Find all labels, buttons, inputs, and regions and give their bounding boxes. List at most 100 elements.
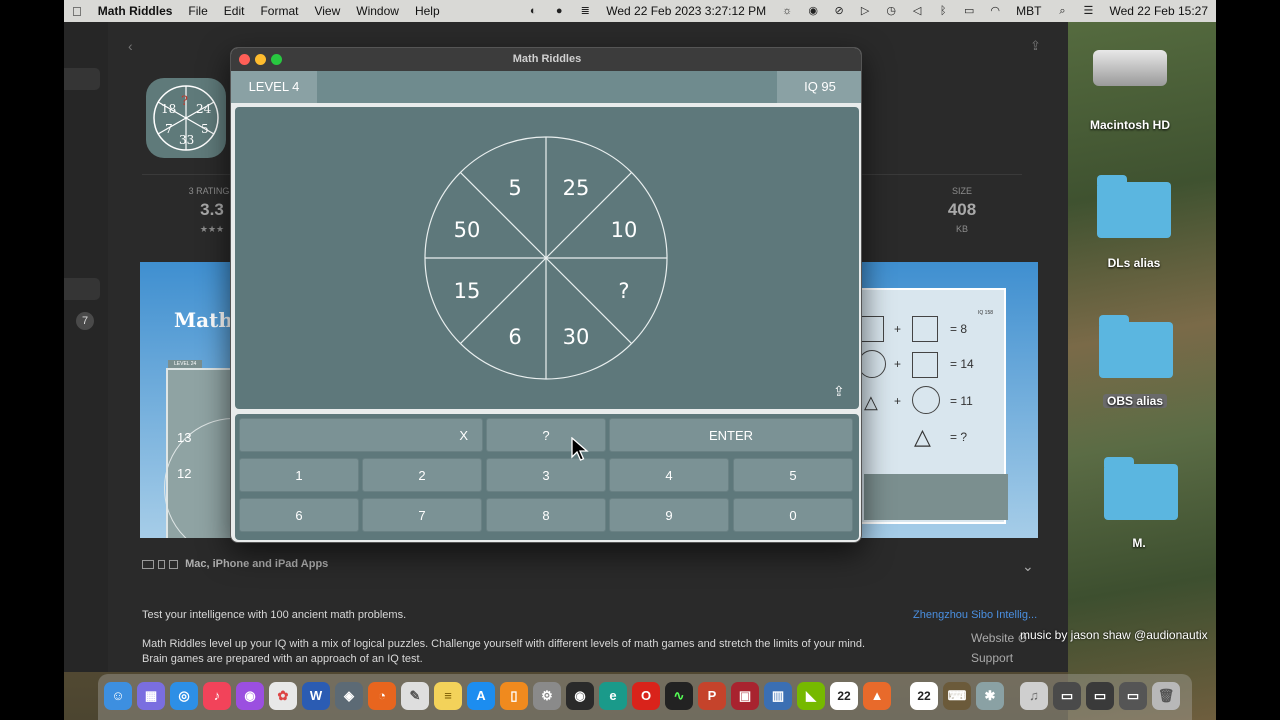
menu-help[interactable]: Help: [407, 4, 448, 18]
circle-icon[interactable]: ⊘: [832, 5, 846, 17]
obs-icon[interactable]: ◉: [806, 5, 820, 17]
calendar-icon-2[interactable]: 22: [910, 682, 938, 710]
minimize-button[interactable]: [255, 54, 266, 65]
keyboard-viewer-icon[interactable]: ⌨: [943, 682, 971, 710]
photos-icon[interactable]: ✿: [269, 682, 297, 710]
system-preferences-icon[interactable]: ⚙: [533, 682, 561, 710]
menu-window[interactable]: Window: [348, 4, 407, 18]
calendar-icon[interactable]: 22: [830, 682, 858, 710]
minimized-window-icon[interactable]: ▭: [1053, 682, 1081, 710]
chevron-down-icon[interactable]: ⌄: [1022, 558, 1034, 575]
trash-icon[interactable]: 🗑: [1152, 682, 1180, 710]
screenshot-level: LEVEL 24: [168, 360, 203, 368]
music-file-icon[interactable]: ♫: [1020, 682, 1048, 710]
menu-view[interactable]: View: [306, 4, 348, 18]
battery-icon[interactable]: ▭: [962, 5, 976, 17]
wifi-icon[interactable]: ◠: [988, 5, 1002, 17]
key-4[interactable]: 4: [609, 458, 729, 492]
screenshot-thumbnail-left[interactable]: Math LEVEL 24 13 12: [140, 262, 232, 538]
developer-link[interactable]: Zhengzhou Sibo Intellig...: [913, 609, 1037, 621]
menu-edit[interactable]: Edit: [216, 4, 253, 18]
desktop-icon-label[interactable]: OBS alias: [1103, 394, 1167, 408]
firefox-icon[interactable]: ◔: [368, 682, 396, 710]
key-2[interactable]: 2: [362, 458, 482, 492]
status-icon-3[interactable]: ≣: [578, 5, 592, 17]
plus-sign: +: [894, 394, 902, 408]
menu-file[interactable]: File: [180, 4, 215, 18]
status-icon-2[interactable]: ●: [552, 5, 566, 17]
enter-button[interactable]: ENTER: [609, 418, 853, 452]
key-6[interactable]: 6: [239, 498, 359, 532]
play-icon[interactable]: ▷: [858, 5, 872, 17]
app-tagline: Test your intelligence with 100 ancient …: [142, 609, 407, 621]
bluetooth-icon[interactable]: ᛒ: [936, 5, 950, 17]
key-0[interactable]: 0: [733, 498, 853, 532]
key-7[interactable]: 7: [362, 498, 482, 532]
wheel-number: 25: [563, 176, 590, 200]
books-icon[interactable]: ▯: [500, 682, 528, 710]
obs-dock-icon[interactable]: ◉: [566, 682, 594, 710]
math-riddles-dock-icon[interactable]: ✱: [976, 682, 1004, 710]
sidebar-item[interactable]: [64, 68, 100, 90]
desktop-icon-label[interactable]: M.: [1114, 536, 1164, 550]
notes-icon[interactable]: ≡: [434, 682, 462, 710]
number-wheel: 5 25 10 ? 30 6 15 50: [424, 136, 668, 380]
app-icon-blue[interactable]: ▥: [764, 682, 792, 710]
folder-icon[interactable]: [1099, 315, 1173, 378]
status-icon-1[interactable]: ◐: [526, 5, 540, 17]
search-icon[interactable]: ⌕: [1055, 5, 1069, 17]
menu-app-name[interactable]: Math Riddles: [90, 4, 181, 18]
screenshot-thumbnail-right[interactable]: IQ 158 + = 8 + = 14 △ + = 11 △ = ?: [860, 262, 1038, 538]
key-1[interactable]: 1: [239, 458, 359, 492]
share-icon[interactable]: ⇪: [1030, 38, 1041, 54]
brightness-icon[interactable]: ☼: [780, 5, 794, 17]
minimized-window-icon[interactable]: ▭: [1086, 682, 1114, 710]
app-store-icon[interactable]: A: [467, 682, 495, 710]
menu-datetime-left[interactable]: Wed 22 Feb 2023 3:27:12 PM: [598, 4, 774, 18]
sidebar-item[interactable]: [64, 278, 100, 300]
app-icon-generic[interactable]: ◈: [335, 682, 363, 710]
key-8[interactable]: 8: [486, 498, 606, 532]
circle-shape: [860, 350, 886, 378]
menu-datetime-right[interactable]: Wed 22 Feb 15:27: [1101, 4, 1216, 18]
key-9[interactable]: 9: [609, 498, 729, 532]
clear-button[interactable]: X: [239, 418, 483, 452]
desktop-icon-label[interactable]: DLs alias: [1084, 256, 1184, 270]
control-center-icon[interactable]: ☰: [1081, 5, 1095, 17]
close-button[interactable]: [239, 54, 250, 65]
nvidia-icon[interactable]: ◣: [797, 682, 825, 710]
volume-icon[interactable]: ◁: [910, 5, 924, 17]
powerpoint-icon[interactable]: P: [698, 682, 726, 710]
launchpad-icon[interactable]: ▦: [137, 682, 165, 710]
downloads-folder-icon[interactable]: [1097, 175, 1171, 238]
podcasts-icon[interactable]: ◉: [236, 682, 264, 710]
keyboard-layout[interactable]: MBT: [1008, 4, 1049, 18]
hard-drive-icon[interactable]: [1093, 50, 1167, 86]
desktop-icon-label[interactable]: Macintosh HD: [1078, 118, 1182, 132]
app-icon-orange[interactable]: ▲: [863, 682, 891, 710]
opera-icon[interactable]: O: [632, 682, 660, 710]
activity-monitor-icon[interactable]: ∿: [665, 682, 693, 710]
menu-format[interactable]: Format: [252, 4, 306, 18]
window-titlebar[interactable]: Math Riddles: [231, 48, 861, 71]
minimized-window-icon[interactable]: ▭: [1119, 682, 1147, 710]
website-label: Website: [971, 631, 1015, 645]
textedit-icon[interactable]: ✎: [401, 682, 429, 710]
back-icon[interactable]: ‹: [128, 38, 133, 54]
folder-icon[interactable]: [1104, 457, 1178, 520]
word-icon[interactable]: W: [302, 682, 330, 710]
triangle-shape: △: [914, 424, 931, 449]
svg-text:5: 5: [201, 122, 209, 136]
edge-icon[interactable]: e: [599, 682, 627, 710]
apple-menu-icon[interactable]: : [64, 4, 90, 19]
time-machine-icon[interactable]: ◷: [884, 5, 898, 17]
app-icon-red[interactable]: ▣: [731, 682, 759, 710]
safari-icon[interactable]: ◎: [170, 682, 198, 710]
key-3[interactable]: 3: [486, 458, 606, 492]
finder-icon[interactable]: ☺: [104, 682, 132, 710]
zoom-button[interactable]: [271, 54, 282, 65]
key-5[interactable]: 5: [733, 458, 853, 492]
share-icon[interactable]: ⇪: [833, 383, 853, 405]
music-icon[interactable]: ♪: [203, 682, 231, 710]
support-link[interactable]: Support: [971, 651, 1013, 665]
